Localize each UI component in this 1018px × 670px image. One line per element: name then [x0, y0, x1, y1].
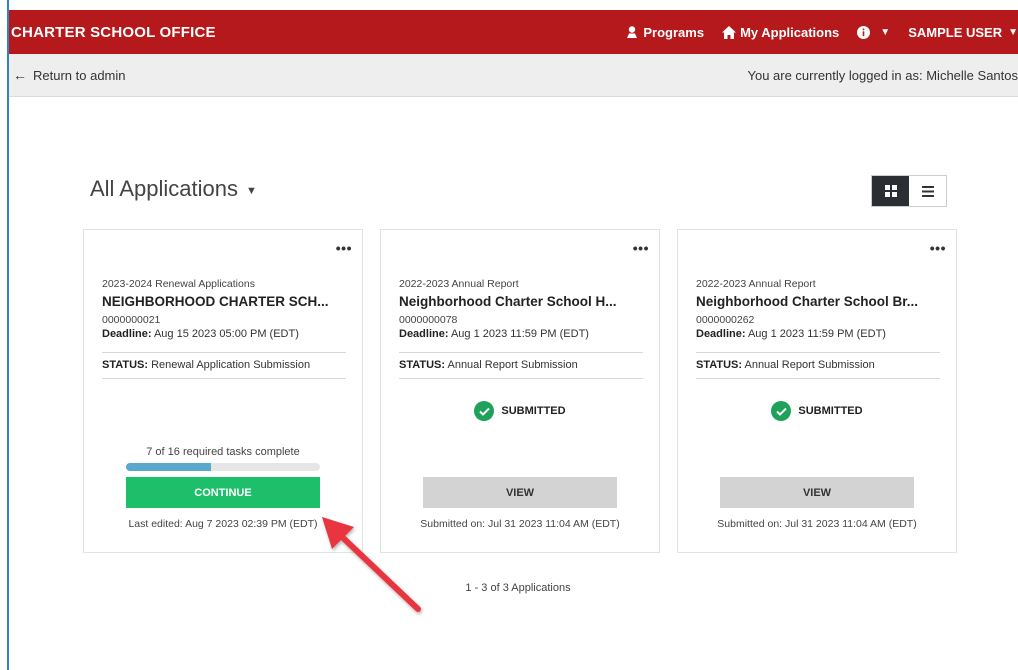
application-id: 0000000078: [399, 314, 458, 326]
deadline-value: Aug 15 2023 05:00 PM (EDT): [153, 328, 299, 340]
arrow-left-icon: ←: [13, 67, 27, 83]
status-value: Renewal Application Submission: [151, 359, 311, 371]
application-id: 0000000262: [696, 314, 755, 326]
applications-filter-dropdown[interactable]: All Applications ▼: [90, 176, 257, 202]
home-icon: [722, 25, 737, 39]
divider: [102, 378, 346, 379]
submitted-on-text: Submitted on: Jul 31 2023 11:04 AM (EDT): [420, 518, 620, 530]
application-deadline: Deadline: Aug 15 2023 05:00 PM (EDT): [102, 328, 299, 340]
info-circle-icon: [857, 25, 871, 39]
view-button[interactable]: VIEW: [423, 477, 617, 508]
nav-programs[interactable]: Programs: [625, 25, 704, 40]
list-view-button[interactable]: [909, 176, 946, 206]
progress-bar: [126, 463, 320, 471]
last-edited-text: Last edited: Aug 7 2023 02:39 PM (EDT): [128, 518, 318, 530]
page-title: All Applications: [90, 176, 238, 201]
application-name: Neighborhood Charter School Br...: [696, 294, 919, 309]
status-label: STATUS:: [696, 359, 743, 371]
application-deadline: Deadline: Aug 1 2023 11:59 PM (EDT): [399, 328, 589, 340]
admin-subbar: ← Return to admin You are currently logg…: [9, 54, 1018, 97]
nav-programs-label: Programs: [643, 24, 705, 40]
application-type: 2022-2023 Annual Report: [696, 278, 816, 290]
top-nav: Programs My Applications ▼ SAMPLE USER ▼: [607, 10, 1018, 54]
top-navbar: CHARTER SCHOOL OFFICE Programs My Applic…: [9, 10, 1018, 54]
chevron-down-icon: ▼: [245, 184, 257, 197]
application-status: STATUS: Annual Report Submission: [696, 359, 875, 371]
left-edge-rule: [7, 0, 9, 670]
nav-info-menu[interactable]: ▼: [857, 25, 891, 39]
application-name: NEIGHBORHOOD CHARTER SCH...: [102, 294, 329, 309]
application-card: ••• 2022-2023 Annual Report Neighborhood…: [677, 229, 957, 553]
nav-my-applications[interactable]: My Applications: [722, 25, 839, 40]
person-badge-icon: [627, 26, 638, 38]
nav-my-applications-label: My Applications: [740, 24, 840, 40]
progress-text: 7 of 16 required tasks complete: [146, 446, 300, 458]
application-type: 2023-2024 Renewal Applications: [102, 278, 255, 290]
more-options-icon[interactable]: •••: [336, 240, 352, 256]
status-label: STATUS:: [399, 359, 446, 371]
view-button[interactable]: VIEW: [720, 477, 914, 508]
submitted-badge: SUBMITTED: [678, 401, 956, 421]
divider: [102, 352, 346, 353]
application-name: Neighborhood Charter School H...: [399, 294, 617, 309]
application-card: ••• 2023-2024 Renewal Applications NEIGH…: [83, 229, 363, 553]
divider: [399, 352, 643, 353]
submitted-label: SUBMITTED: [501, 405, 566, 417]
pagination-summary: 1 - 3 of 3 Applications: [465, 582, 571, 594]
check-circle-icon: [474, 401, 495, 421]
logged-in-as-text: You are currently logged in as: Michelle…: [747, 67, 1018, 83]
divider: [696, 352, 940, 353]
chevron-down-icon: ▼: [880, 26, 891, 38]
list-icon: [921, 185, 934, 197]
status-value: Annual Report Submission: [447, 359, 578, 371]
view-toggle: [871, 175, 947, 207]
continue-button[interactable]: CONTINUE: [126, 477, 320, 508]
deadline-value: Aug 1 2023 11:59 PM (EDT): [747, 328, 886, 340]
submitted-badge: SUBMITTED: [381, 401, 659, 421]
chevron-down-icon: ▼: [1008, 26, 1018, 38]
check-circle-icon: [771, 401, 792, 421]
application-type: 2022-2023 Annual Report: [399, 278, 519, 290]
deadline-label: Deadline:: [102, 328, 152, 340]
divider: [696, 378, 940, 379]
status-value: Annual Report Submission: [744, 359, 875, 371]
application-card: ••• 2022-2023 Annual Report Neighborhood…: [380, 229, 660, 553]
brand-title[interactable]: CHARTER SCHOOL OFFICE: [9, 24, 216, 41]
progress-bar-fill: [126, 463, 211, 471]
submitted-on-text: Submitted on: Jul 31 2023 11:04 AM (EDT): [717, 518, 917, 530]
user-name: SAMPLE USER: [908, 24, 1003, 40]
grid-icon: [884, 185, 897, 197]
return-to-admin-label: Return to admin: [33, 67, 126, 83]
deadline-label: Deadline:: [399, 328, 449, 340]
deadline-label: Deadline:: [696, 328, 746, 340]
application-id: 0000000021: [102, 314, 161, 326]
return-to-admin-link[interactable]: ← Return to admin: [9, 67, 126, 83]
nav-user-menu[interactable]: SAMPLE USER ▼: [908, 25, 1018, 40]
deadline-value: Aug 1 2023 11:59 PM (EDT): [450, 328, 589, 340]
submitted-label: SUBMITTED: [798, 405, 863, 417]
divider: [399, 378, 643, 379]
status-label: STATUS:: [102, 359, 149, 371]
grid-view-button[interactable]: [872, 176, 909, 206]
more-options-icon[interactable]: •••: [633, 240, 649, 256]
application-status: STATUS: Renewal Application Submission: [102, 359, 310, 371]
more-options-icon[interactable]: •••: [930, 240, 946, 256]
application-deadline: Deadline: Aug 1 2023 11:59 PM (EDT): [696, 328, 886, 340]
application-status: STATUS: Annual Report Submission: [399, 359, 578, 371]
